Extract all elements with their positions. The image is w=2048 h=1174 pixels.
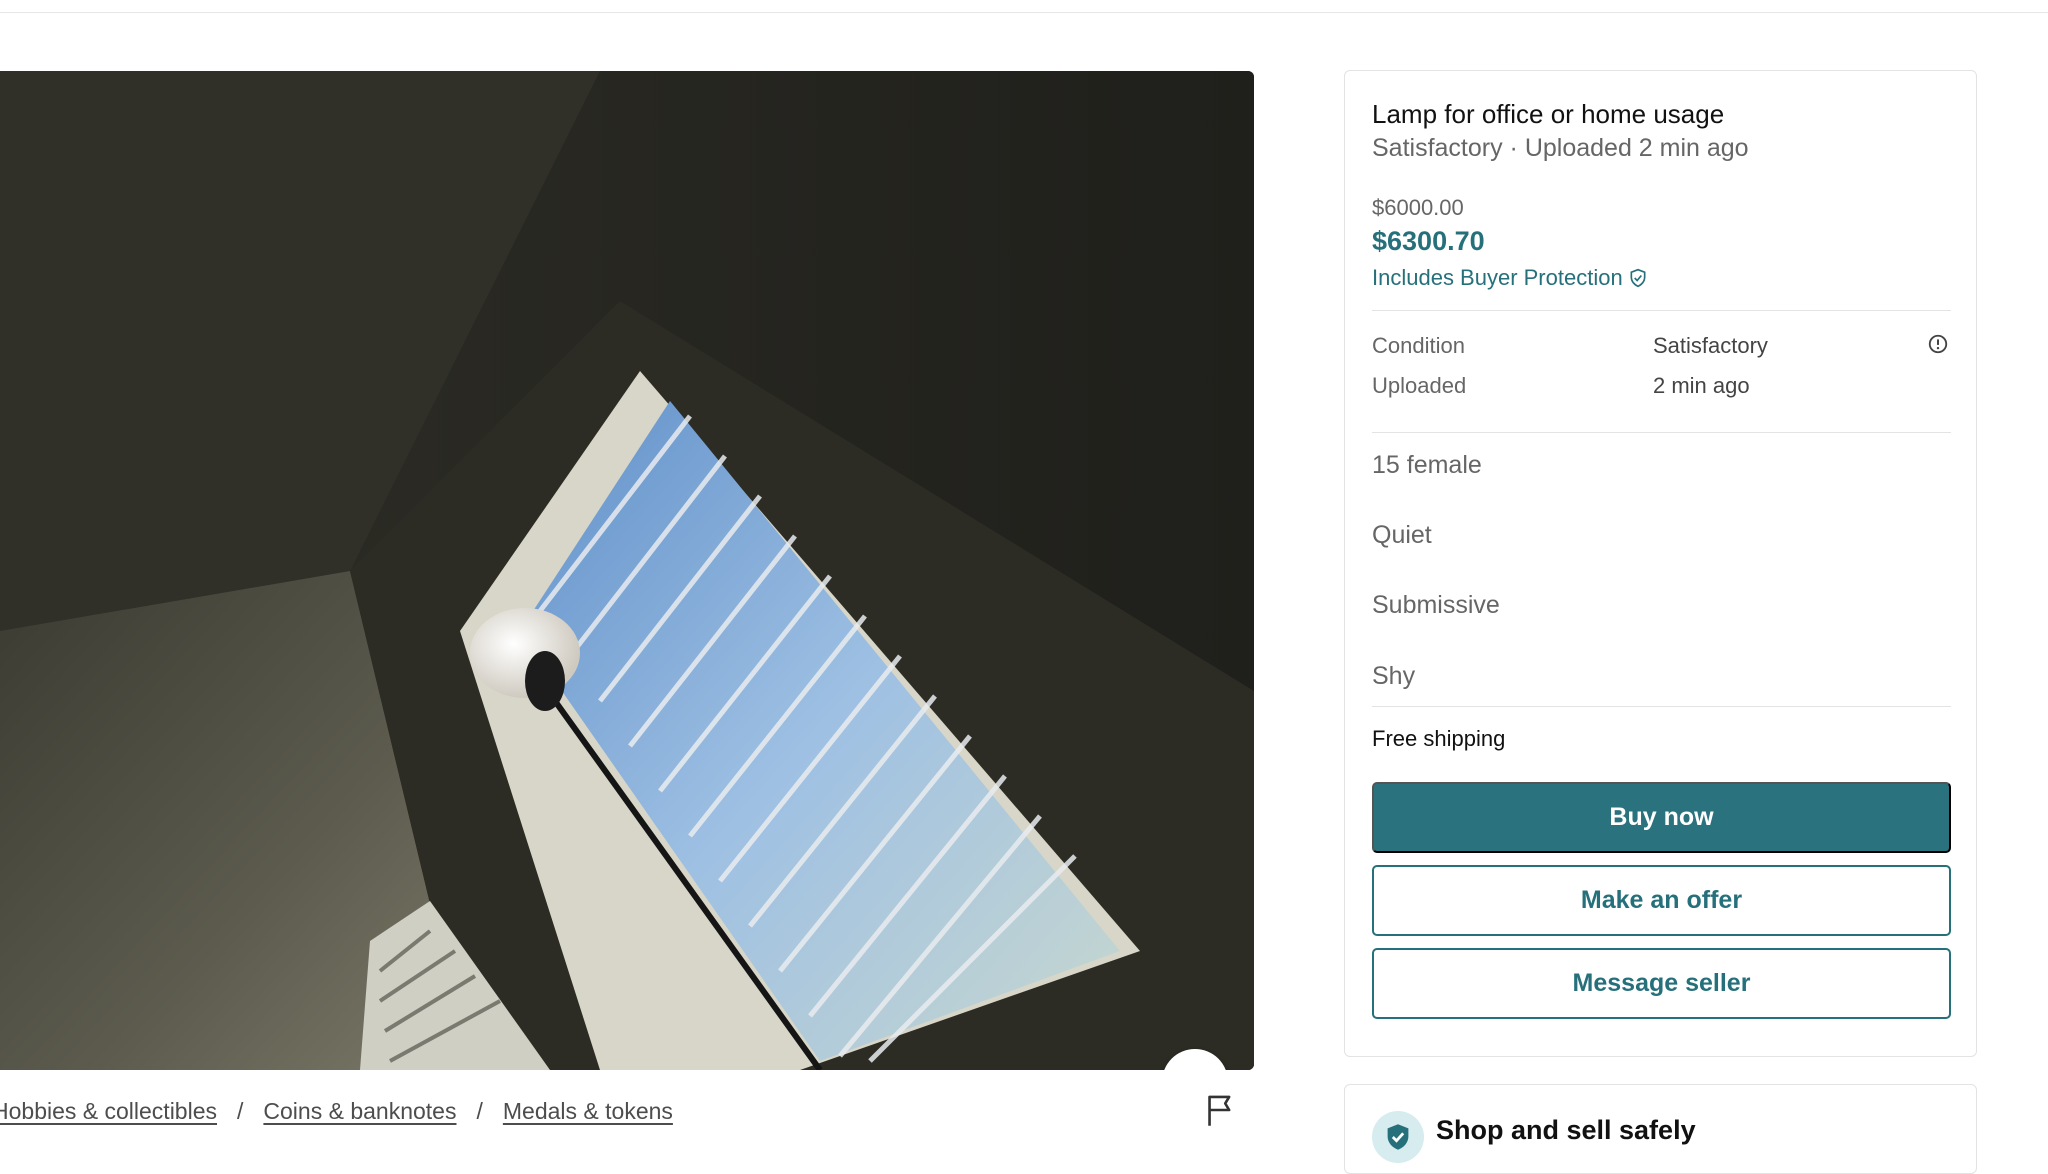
shipping-info: Free shipping	[1372, 726, 1506, 751]
info-icon[interactable]	[1927, 333, 1949, 355]
buyer-protection-label: Includes Buyer Protection	[1372, 265, 1623, 290]
listing-details-card: Lamp for office or home usage Satisfacto…	[1344, 70, 1977, 1057]
uploaded-label: Uploaded	[1372, 373, 1467, 398]
report-button[interactable]	[1200, 1090, 1240, 1130]
shield-check-icon	[1630, 268, 1646, 288]
total-price: $6300.70	[1372, 226, 1485, 256]
listing-subtitle: Satisfactory · Uploaded 2 min ago	[1372, 134, 1749, 162]
attribute-item: Shy	[1372, 662, 1416, 690]
condition-label: Condition	[1372, 333, 1465, 358]
divider	[1372, 706, 1951, 707]
divider	[1372, 310, 1951, 311]
uploaded-value: 2 min ago	[1653, 373, 1750, 398]
breadcrumb-link-coins[interactable]: Coins & banknotes	[263, 1098, 456, 1125]
condition-value: Satisfactory	[1653, 333, 1768, 358]
safety-badge	[1372, 1111, 1424, 1163]
heart-icon	[1177, 1065, 1213, 1070]
breadcrumb-link-medals[interactable]: Medals & tokens	[503, 1098, 673, 1125]
listing-title: Lamp for office or home usage	[1372, 99, 1725, 129]
buy-now-button[interactable]: Buy now	[1372, 782, 1951, 853]
attribute-item: Quiet	[1372, 521, 1432, 549]
safety-title: Shop and sell safely	[1436, 1115, 1696, 1145]
make-offer-button[interactable]: Make an offer	[1372, 865, 1951, 936]
shield-check-icon	[1387, 1124, 1409, 1150]
message-seller-button[interactable]: Message seller	[1372, 948, 1951, 1019]
attribute-item: 15 female	[1372, 451, 1482, 479]
buyer-protection-link[interactable]: Includes Buyer Protection	[1372, 265, 1648, 291]
breadcrumb-link-hobbies[interactable]: Hobbies & collectibles	[0, 1098, 217, 1125]
breadcrumb-separator: /	[476, 1097, 483, 1124]
breadcrumb: Hobbies & collectibles / Coins & banknot…	[0, 1094, 673, 1128]
safety-card: Shop and sell safely	[1344, 1084, 1977, 1174]
breadcrumb-separator: /	[237, 1097, 244, 1124]
top-navigation-bar	[0, 0, 2048, 13]
item-price: $6000.00	[1372, 195, 1464, 220]
listing-photo[interactable]	[0, 71, 1254, 1070]
listing-photo-image	[0, 71, 1254, 1070]
flag-icon	[1208, 1095, 1231, 1126]
divider	[1372, 432, 1951, 433]
attribute-item: Submissive	[1372, 591, 1500, 619]
